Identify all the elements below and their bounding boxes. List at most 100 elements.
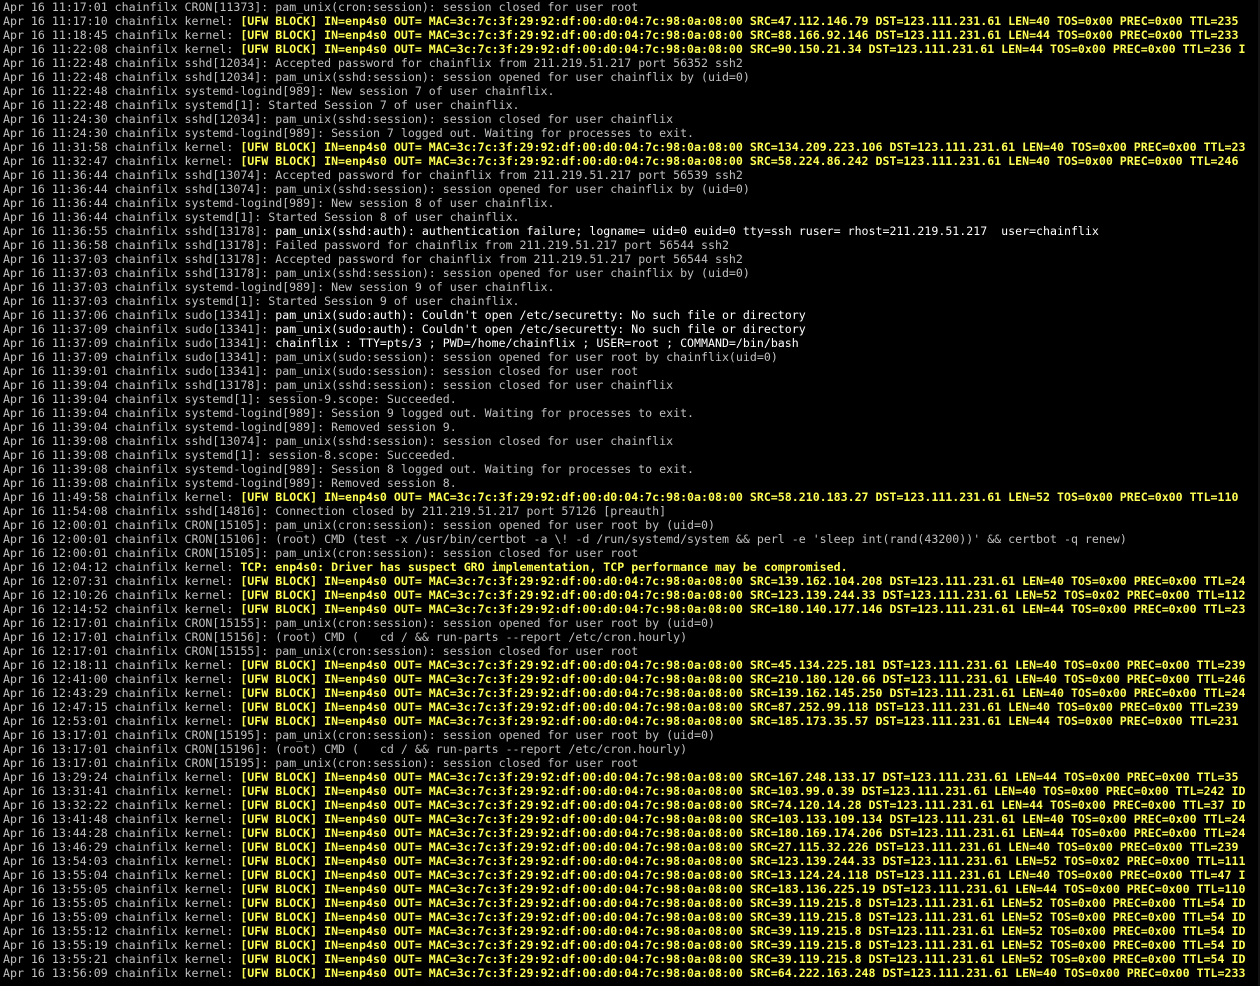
log-line-prefix: Apr 16 11:39:08 chainfilx sshd[13074]: — [3, 434, 276, 448]
log-line-message: [UFW BLOCK] IN=enp4s0 OUT= MAC=3c:7c:3f:… — [240, 896, 1246, 910]
log-line-message: Started Session 9 of user chainflix. — [268, 294, 520, 308]
log-line-kernel: Apr 16 12:47:15 chainfilx kernel: [UFW B… — [3, 700, 1245, 714]
log-line-kernel: Apr 16 11:22:08 chainfilx kernel: [UFW B… — [3, 42, 1245, 56]
log-line-prefix: Apr 16 12:47:15 chainfilx kernel: — [3, 700, 241, 714]
log-line: Apr 16 11:36:58 chainfilx sshd[13178]: F… — [3, 238, 1245, 252]
log-line-message: Connection closed by 211.219.51.217 port… — [275, 504, 667, 518]
log-line-kernel: Apr 16 13:44:28 chainfilx kernel: [UFW B… — [3, 826, 1245, 840]
log-line-prefix: Apr 16 12:53:01 chainfilx kernel: — [3, 714, 241, 728]
log-line-prefix: Apr 16 13:55:05 chainfilx kernel: — [3, 882, 241, 896]
log-line-prefix: Apr 16 12:00:01 chainfilx CRON[15106]: — [3, 532, 276, 546]
log-line-prefix: Apr 16 11:36:44 chainfilx sshd[13074]: — [3, 168, 276, 182]
log-line-message: [UFW BLOCK] IN=enp4s0 OUT= MAC=3c:7c:3f:… — [240, 686, 1246, 700]
log-line: Apr 16 11:39:08 chainfilx systemd-logind… — [3, 476, 1245, 490]
log-line-message: [UFW BLOCK] IN=enp4s0 OUT= MAC=3c:7c:3f:… — [240, 714, 1239, 728]
log-line-message: pam_unix(cron:session): session closed f… — [275, 644, 639, 658]
log-line-kernel: Apr 16 12:07:31 chainfilx kernel: [UFW B… — [3, 574, 1245, 588]
log-line-prefix: Apr 16 11:32:47 chainfilx kernel: — [3, 154, 241, 168]
log-line: Apr 16 13:17:01 chainfilx CRON[15195]: p… — [3, 728, 1245, 742]
syslog-output[interactable]: Apr 16 11:17:01 chainfilx CRON[11373]: p… — [3, 0, 1245, 980]
log-line-message: pam_unix(sudo:session): session closed f… — [275, 364, 639, 378]
log-line-prefix: Apr 16 13:55:05 chainfilx kernel: — [3, 896, 241, 910]
log-line-prefix: Apr 16 12:07:31 chainfilx kernel: — [3, 574, 241, 588]
log-line-prefix: Apr 16 13:32:22 chainfilx kernel: — [3, 798, 241, 812]
log-line-message: pam_unix(sudo:auth): Couldn't open /etc/… — [275, 308, 806, 322]
log-line: Apr 16 11:22:48 chainfilx sshd[12034]: p… — [3, 70, 1245, 84]
log-line-kernel: Apr 16 13:54:03 chainfilx kernel: [UFW B… — [3, 854, 1245, 868]
log-line-message: [UFW BLOCK] IN=enp4s0 OUT= MAC=3c:7c:3f:… — [240, 154, 1239, 168]
log-line-prefix: Apr 16 11:22:48 chainfilx systemd-logind… — [3, 84, 332, 98]
log-line-message: [UFW BLOCK] IN=enp4s0 OUT= MAC=3c:7c:3f:… — [240, 826, 1246, 840]
log-line-message: Removed session 8. — [331, 476, 457, 490]
log-line-message: pam_unix(sudo:auth): Couldn't open /etc/… — [275, 322, 806, 336]
log-line-prefix: Apr 16 13:54:03 chainfilx kernel: — [3, 854, 241, 868]
log-line: Apr 16 12:00:01 chainfilx CRON[15106]: (… — [3, 532, 1245, 546]
log-line-prefix: Apr 16 11:39:04 chainfilx sshd[13178]: — [3, 378, 276, 392]
log-line: Apr 16 11:22:48 chainfilx systemd-logind… — [3, 84, 1245, 98]
log-line-prefix: Apr 16 12:17:01 chainfilx CRON[15155]: — [3, 616, 276, 630]
log-line-prefix: Apr 16 11:37:03 chainfilx sshd[13178]: — [3, 266, 276, 280]
log-line-prefix: Apr 16 11:37:09 chainfilx sudo[13341]: — [3, 350, 276, 364]
log-line-message: pam_unix(sshd:session): session opened f… — [275, 182, 750, 196]
log-line-prefix: Apr 16 13:44:28 chainfilx kernel: — [3, 826, 241, 840]
log-line: Apr 16 11:37:09 chainfilx sudo[13341]: p… — [3, 322, 1245, 336]
log-line-message: session-8.scope: Succeeded. — [268, 448, 457, 462]
log-line-prefix: Apr 16 11:39:04 chainfilx systemd[1]: — [3, 392, 269, 406]
log-line-message: [UFW BLOCK] IN=enp4s0 OUT= MAC=3c:7c:3f:… — [240, 854, 1246, 868]
log-line-message: [UFW BLOCK] IN=enp4s0 OUT= MAC=3c:7c:3f:… — [240, 28, 1239, 42]
log-line-prefix: Apr 16 11:49:58 chainfilx kernel: — [3, 490, 241, 504]
log-line-prefix: Apr 16 13:17:01 chainfilx CRON[15195]: — [3, 756, 276, 770]
log-line: Apr 16 11:37:09 chainfilx sudo[13341]: c… — [3, 336, 1245, 350]
log-line-prefix: Apr 16 11:39:04 chainfilx systemd-logind… — [3, 420, 332, 434]
log-line-prefix: Apr 16 11:39:01 chainfilx sudo[13341]: — [3, 364, 276, 378]
log-line-message: pam_unix(cron:session): session closed f… — [275, 0, 639, 14]
terminal-window[interactable]: Apr 16 11:17:01 chainfilx CRON[11373]: p… — [0, 0, 1260, 986]
log-line: Apr 16 11:24:30 chainfilx systemd-logind… — [3, 126, 1245, 140]
log-line-kernel: Apr 16 12:43:29 chainfilx kernel: [UFW B… — [3, 686, 1245, 700]
log-line-message: [UFW BLOCK] IN=enp4s0 OUT= MAC=3c:7c:3f:… — [240, 868, 1246, 882]
log-line-prefix: Apr 16 13:41:48 chainfilx kernel: — [3, 812, 241, 826]
log-line: Apr 16 11:37:03 chainfilx sshd[13178]: p… — [3, 266, 1245, 280]
log-line: Apr 16 11:39:08 chainfilx systemd-logind… — [3, 462, 1245, 476]
log-line-prefix: Apr 16 11:22:48 chainfilx systemd[1]: — [3, 98, 269, 112]
log-line-kernel: Apr 16 13:32:22 chainfilx kernel: [UFW B… — [3, 798, 1245, 812]
log-line-message: Session 7 logged out. Waiting for proces… — [331, 126, 695, 140]
log-line-message: [UFW BLOCK] IN=enp4s0 OUT= MAC=3c:7c:3f:… — [240, 910, 1246, 924]
log-line-prefix: Apr 16 13:17:01 chainfilx CRON[15195]: — [3, 728, 276, 742]
log-line-prefix: Apr 16 11:39:08 chainfilx systemd-logind… — [3, 476, 332, 490]
log-line-message: pam_unix(sshd:session): session closed f… — [275, 434, 674, 448]
log-line-prefix: Apr 16 11:39:08 chainfilx systemd[1]: — [3, 448, 269, 462]
log-line-message: Accepted password for chainflix from 211… — [275, 168, 743, 182]
log-line-message: pam_unix(sshd:session): session opened f… — [275, 70, 750, 84]
log-line: Apr 16 13:17:01 chainfilx CRON[15196]: (… — [3, 742, 1245, 756]
log-line-message: [UFW BLOCK] IN=enp4s0 OUT= MAC=3c:7c:3f:… — [240, 658, 1246, 672]
log-line-message: pam_unix(cron:session): session closed f… — [275, 756, 639, 770]
log-line-message: [UFW BLOCK] IN=enp4s0 OUT= MAC=3c:7c:3f:… — [240, 784, 1246, 798]
log-line-message: New session 7 of user chainflix. — [331, 84, 555, 98]
log-line-kernel: Apr 16 13:55:21 chainfilx kernel: [UFW B… — [3, 952, 1245, 966]
log-line-message: [UFW BLOCK] IN=enp4s0 OUT= MAC=3c:7c:3f:… — [240, 798, 1246, 812]
log-line-prefix: Apr 16 12:00:01 chainfilx CRON[15105]: — [3, 546, 276, 560]
log-line-kernel: Apr 16 13:55:19 chainfilx kernel: [UFW B… — [3, 938, 1245, 952]
log-line-kernel: Apr 16 11:32:47 chainfilx kernel: [UFW B… — [3, 154, 1245, 168]
log-line-message: pam_unix(cron:session): session closed f… — [275, 546, 639, 560]
log-line: Apr 16 12:17:01 chainfilx CRON[15155]: p… — [3, 644, 1245, 658]
log-line-prefix: Apr 16 11:37:06 chainfilx sudo[13341]: — [3, 308, 276, 322]
log-line-kernel: Apr 16 11:49:58 chainfilx kernel: [UFW B… — [3, 490, 1245, 504]
log-line-message: [UFW BLOCK] IN=enp4s0 OUT= MAC=3c:7c:3f:… — [240, 840, 1239, 854]
log-line-message: Session 9 logged out. Waiting for proces… — [331, 406, 695, 420]
log-line-message: [UFW BLOCK] IN=enp4s0 OUT= MAC=3c:7c:3f:… — [240, 140, 1246, 154]
log-line-message: [UFW BLOCK] IN=enp4s0 OUT= MAC=3c:7c:3f:… — [240, 924, 1246, 938]
log-line: Apr 16 12:17:01 chainfilx CRON[15155]: p… — [3, 616, 1245, 630]
log-line-message: pam_unix(cron:session): session opened f… — [275, 728, 715, 742]
log-line-prefix: Apr 16 11:17:01 chainfilx CRON[11373]: — [3, 0, 276, 14]
log-line-message: [UFW BLOCK] IN=enp4s0 OUT= MAC=3c:7c:3f:… — [240, 812, 1246, 826]
log-line-kernel: Apr 16 13:41:48 chainfilx kernel: [UFW B… — [3, 812, 1245, 826]
log-line-kernel: Apr 16 11:31:58 chainfilx kernel: [UFW B… — [3, 140, 1245, 154]
log-line-message: [UFW BLOCK] IN=enp4s0 OUT= MAC=3c:7c:3f:… — [240, 700, 1239, 714]
log-line-prefix: Apr 16 11:36:44 chainfilx systemd[1]: — [3, 210, 269, 224]
log-line-message: [UFW BLOCK] IN=enp4s0 OUT= MAC=3c:7c:3f:… — [240, 938, 1246, 952]
log-line-message: pam_unix(sshd:session): session closed f… — [275, 378, 674, 392]
log-line-prefix: Apr 16 11:24:30 chainfilx systemd-logind… — [3, 126, 332, 140]
log-line-prefix: Apr 16 11:39:08 chainfilx systemd-logind… — [3, 462, 332, 476]
